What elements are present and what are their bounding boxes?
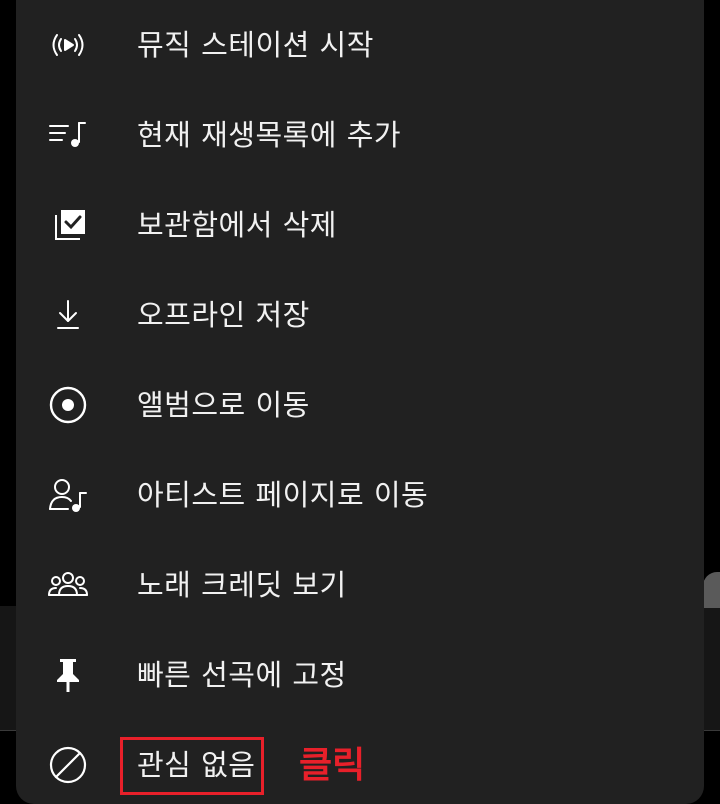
menu-item-label: 아티스트 페이지로 이동 <box>137 478 429 512</box>
queue-music-icon <box>48 115 88 155</box>
radio-broadcast-icon <box>48 25 88 65</box>
menu-item-remove-from-library[interactable]: 보관함에서 삭제 <box>16 180 704 270</box>
album-disc-icon <box>48 385 88 425</box>
people-group-icon <box>48 565 88 605</box>
context-menu-sheet: 뮤직 스테이션 시작 현재 재생목록에 추가 보관함에서 삭제 오프라인 저장 … <box>16 0 704 804</box>
menu-item-label: 노래 크레딧 보기 <box>137 568 347 602</box>
menu-item-go-to-artist[interactable]: 아티스트 페이지로 이동 <box>16 450 704 540</box>
menu-item-label: 앨범으로 이동 <box>137 388 310 422</box>
screen: 뮤직 스테이션 시작 현재 재생목록에 추가 보관함에서 삭제 오프라인 저장 … <box>0 0 720 804</box>
menu-item-pin-to-quick-picks[interactable]: 빠른 선곡에 고정 <box>16 630 704 720</box>
download-icon <box>48 295 88 335</box>
menu-item-start-station[interactable]: 뮤직 스테이션 시작 <box>16 0 704 90</box>
click-highlight-box <box>120 737 264 795</box>
click-annotation: 클릭 <box>299 745 366 786</box>
library-check-icon <box>48 205 88 245</box>
menu-item-view-credits[interactable]: 노래 크레딧 보기 <box>16 540 704 630</box>
menu-item-save-offline[interactable]: 오프라인 저장 <box>16 270 704 360</box>
menu-item-label: 뮤직 스테이션 시작 <box>137 28 374 62</box>
pin-icon <box>48 655 88 695</box>
background-thumbnail <box>703 572 720 608</box>
block-icon <box>48 745 88 785</box>
menu-item-label: 빠른 선곡에 고정 <box>137 658 347 692</box>
artist-music-icon <box>48 475 88 515</box>
menu-item-go-to-album[interactable]: 앨범으로 이동 <box>16 360 704 450</box>
menu-item-label: 현재 재생목록에 추가 <box>137 118 402 152</box>
menu-item-label: 보관함에서 삭제 <box>137 208 337 242</box>
menu-item-label: 오프라인 저장 <box>137 298 310 332</box>
menu-item-add-to-queue[interactable]: 현재 재생목록에 추가 <box>16 90 704 180</box>
